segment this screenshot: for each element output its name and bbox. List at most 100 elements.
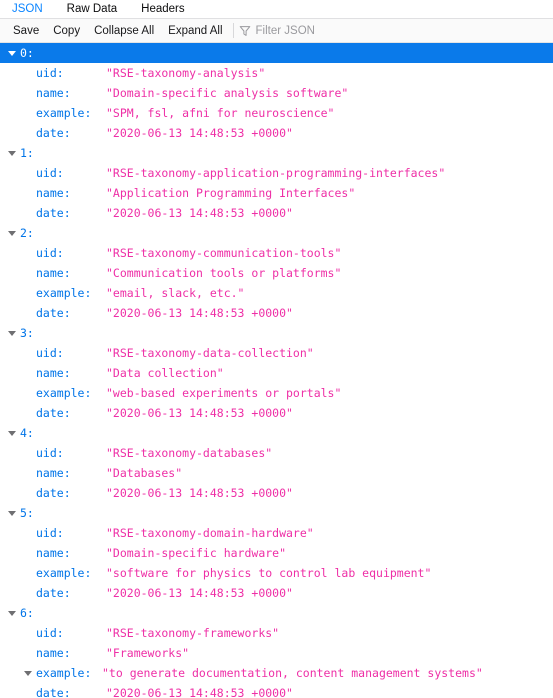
json-property-value: "2020-06-13 14:48:53 +0000" (106, 686, 293, 697)
json-property-key: name: (36, 466, 71, 480)
json-array-index-label: 2: (20, 226, 34, 240)
json-property-key: uid: (36, 526, 64, 540)
json-property-row[interactable]: example: "to generate documentation, cont… (0, 663, 553, 683)
json-property-key: example: (36, 566, 92, 580)
json-property-key: date: (36, 686, 71, 697)
json-property-row[interactable]: example: "web-based experiments or portal… (0, 383, 553, 403)
json-property-key: uid: (36, 166, 64, 180)
json-property-row[interactable]: name: "Databases" (0, 463, 553, 483)
copy-button[interactable]: Copy (46, 20, 87, 42)
json-array-item-row[interactable]: 0: (0, 43, 553, 63)
json-property-row[interactable]: uid: "RSE-taxonomy-analysis" (0, 63, 553, 83)
json-property-row[interactable]: date: "2020-06-13 14:48:53 +0000" (0, 203, 553, 223)
json-property-value: "email, slack, etc." (106, 286, 245, 300)
json-viewer-toolbar: Save Copy Collapse All Expand All Filter… (0, 19, 553, 43)
json-property-value: "2020-06-13 14:48:53 +0000" (106, 586, 293, 600)
json-property-row[interactable]: example: "software for physics to control… (0, 563, 553, 583)
json-property-value: "RSE-taxonomy-application-programming-in… (106, 166, 446, 180)
devtools-tab-bar: JSON Raw Data Headers (0, 0, 553, 19)
json-property-value: "Domain-specific hardware" (106, 546, 287, 560)
json-property-value: "2020-06-13 14:48:53 +0000" (106, 406, 293, 420)
json-property-value: "Data collection" (106, 366, 224, 380)
json-property-value: "RSE-taxonomy-frameworks" (106, 626, 280, 640)
json-property-key: example: (36, 106, 92, 120)
json-array-index-label: 6: (20, 606, 34, 620)
json-property-key: uid: (36, 446, 64, 460)
json-array-item-row[interactable]: 2: (0, 223, 553, 243)
json-property-row[interactable]: date: "2020-06-13 14:48:53 +0000" (0, 483, 553, 503)
json-array-item-row[interactable]: 1: (0, 143, 553, 163)
json-property-value: "SPM, fsl, afni for neuroscience" (106, 106, 335, 120)
json-property-key: example: (36, 386, 92, 400)
json-property-value: "2020-06-13 14:48:53 +0000" (106, 206, 293, 220)
json-property-row[interactable]: date: "2020-06-13 14:48:53 +0000" (0, 303, 553, 323)
json-property-key: date: (36, 306, 71, 320)
json-property-value: "RSE-taxonomy-data-collection" (106, 346, 314, 360)
json-property-row[interactable]: date: "2020-06-13 14:48:53 +0000" (0, 403, 553, 423)
filter-json-input[interactable]: Filter JSON (239, 20, 553, 42)
json-property-key: name: (36, 646, 71, 660)
json-property-key: name: (36, 366, 71, 380)
json-property-value: "2020-06-13 14:48:53 +0000" (106, 306, 293, 320)
json-property-row[interactable]: uid: "RSE-taxonomy-communication-tools" (0, 243, 553, 263)
expand-triangle-icon[interactable] (8, 50, 16, 56)
funnel-icon (239, 25, 250, 36)
json-property-row[interactable]: uid: "RSE-taxonomy-application-programmin… (0, 163, 553, 183)
json-property-row[interactable]: date: "2020-06-13 14:48:53 +0000" (0, 123, 553, 143)
json-property-row[interactable]: name: "Communication tools or platforms" (0, 263, 553, 283)
tab-json[interactable]: JSON (2, 0, 53, 18)
json-property-row[interactable]: date: "2020-06-13 14:48:53 +0000" (0, 683, 553, 697)
expand-triangle-icon[interactable] (8, 610, 16, 616)
expand-triangle-icon[interactable] (8, 510, 16, 516)
json-property-value: "2020-06-13 14:48:53 +0000" (106, 126, 293, 140)
json-property-row[interactable]: uid: "RSE-taxonomy-frameworks" (0, 623, 553, 643)
json-array-item-row[interactable]: 4: (0, 423, 553, 443)
json-array-item-row[interactable]: 3: (0, 323, 553, 343)
json-property-key: name: (36, 546, 71, 560)
save-button[interactable]: Save (6, 20, 46, 42)
json-property-value: "web-based experiments or portals" (106, 386, 342, 400)
json-array-index-label: 3: (20, 326, 34, 340)
tab-raw-data[interactable]: Raw Data (57, 0, 128, 18)
json-tree-panel[interactable]: 0: uid: "RSE-taxonomy-analysis" name: "Domai… (0, 43, 553, 697)
toolbar-divider (232, 23, 234, 38)
json-property-row[interactable]: name: "Domain-specific analysis software" (0, 83, 553, 103)
expand-triangle-icon[interactable] (8, 330, 16, 336)
json-property-value: "Frameworks" (106, 646, 190, 660)
json-property-value: "Communication tools or platforms" (106, 266, 342, 280)
json-array-item-row[interactable]: 5: (0, 503, 553, 523)
tab-headers[interactable]: Headers (131, 0, 194, 18)
json-property-value: "Application Programming Interfaces" (106, 186, 356, 200)
expand-triangle-icon[interactable] (8, 230, 16, 236)
collapse-all-button[interactable]: Collapse All (87, 20, 161, 42)
json-property-value: "software for physics to control lab equ… (106, 566, 432, 580)
json-property-key: uid: (36, 346, 64, 360)
json-array-index-label: 5: (20, 506, 34, 520)
json-property-row[interactable]: name: "Application Programming Interfaces… (0, 183, 553, 203)
json-property-key: name: (36, 86, 71, 100)
expand-triangle-icon[interactable] (8, 430, 16, 436)
json-property-row[interactable]: name: "Domain-specific hardware" (0, 543, 553, 563)
json-property-value: "RSE-taxonomy-communication-tools" (106, 246, 342, 260)
expand-triangle-icon[interactable] (8, 150, 16, 156)
json-property-row[interactable]: example: "SPM, fsl, afni for neuroscience… (0, 103, 553, 123)
json-property-row[interactable]: uid: "RSE-taxonomy-data-collection" (0, 343, 553, 363)
json-property-row[interactable]: name: "Data collection" (0, 363, 553, 383)
json-property-value: "RSE-taxonomy-domain-hardware" (106, 526, 314, 540)
json-property-row[interactable]: uid: "RSE-taxonomy-domain-hardware" (0, 523, 553, 543)
expand-triangle-icon[interactable] (24, 670, 32, 676)
json-property-row[interactable]: example: "email, slack, etc." (0, 283, 553, 303)
json-property-value: "RSE-taxonomy-databases" (106, 446, 273, 460)
json-array-index-label: 0: (20, 46, 34, 60)
json-property-value: "Domain-specific analysis software" (106, 86, 349, 100)
json-property-key: example: (36, 286, 92, 300)
json-property-row[interactable]: name: "Frameworks" (0, 643, 553, 663)
json-array-index-label: 1: (20, 146, 34, 160)
json-property-row[interactable]: uid: "RSE-taxonomy-databases" (0, 443, 553, 463)
json-property-key: date: (36, 126, 71, 140)
json-array-item-row[interactable]: 6: (0, 603, 553, 623)
json-property-row[interactable]: date: "2020-06-13 14:48:53 +0000" (0, 583, 553, 603)
json-property-key: date: (36, 486, 71, 500)
expand-all-button[interactable]: Expand All (161, 20, 229, 42)
json-property-value: "to generate documentation, content mana… (102, 666, 483, 680)
